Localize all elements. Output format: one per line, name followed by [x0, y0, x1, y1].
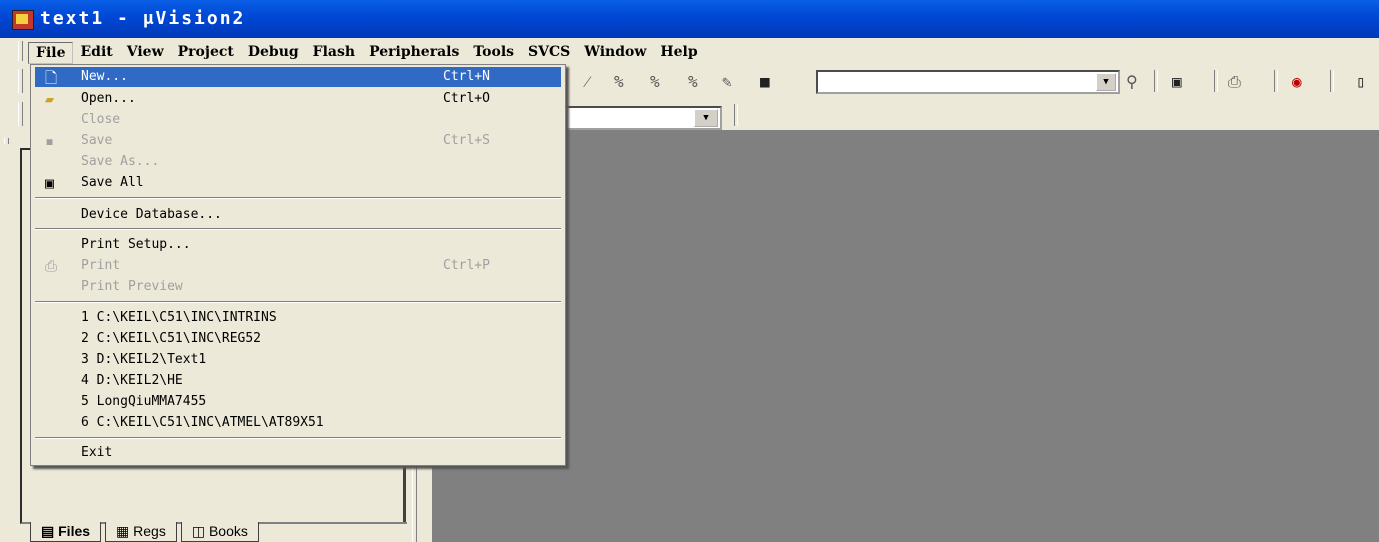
menu-file[interactable]: File	[28, 42, 74, 64]
menu-item-recent-4[interactable]: 4 D:\KEIL2\HE	[35, 371, 561, 391]
menu-separator	[35, 228, 561, 230]
app-icon	[12, 10, 34, 30]
menu-item-recent-6[interactable]: 6 C:\KEIL\C51\INC\ATMEL\AT89X51	[35, 413, 561, 433]
menu-edit[interactable]: Edit	[73, 42, 119, 64]
menu-item-shortcut: Ctrl+S	[443, 133, 490, 148]
menu-item-shortcut: Ctrl+O	[443, 91, 490, 106]
menu-item-new[interactable]: 🗋 New... Ctrl+N	[35, 67, 561, 87]
project-tabs: ▤ Files ▦ Regs ◫ Books	[30, 522, 263, 542]
menu-peripherals[interactable]: Peripherals	[362, 42, 466, 64]
menu-project[interactable]: Project	[171, 42, 241, 64]
options-icon[interactable]: ▯	[1356, 72, 1366, 91]
window-title: text1 - μVision2	[40, 8, 246, 29]
toolbar-separator	[1330, 70, 1334, 92]
menu-help[interactable]: Help	[653, 42, 704, 64]
chevron-down-icon[interactable]: ▼	[1096, 73, 1116, 91]
menu-item-save-all[interactable]: ▣ Save All	[35, 173, 561, 193]
menu-item-shortcut: Ctrl+P	[443, 258, 490, 273]
menu-item-label: 2 C:\KEIL\C51\INC\REG52	[81, 331, 262, 346]
menu-item-print-setup[interactable]: Print Setup...	[35, 235, 561, 255]
menu-item-label: 3 D:\KEIL2\Text1	[81, 352, 207, 367]
save-all-icon: ▣	[45, 174, 55, 192]
menu-item-close[interactable]: Close	[35, 110, 561, 130]
menu-item-recent-3[interactable]: 3 D:\KEIL2\Text1	[35, 350, 561, 370]
debug-start-icon[interactable]: ◉	[1292, 72, 1302, 91]
tab-books[interactable]: ◫ Books	[180, 522, 259, 542]
menu-flash[interactable]: Flash	[306, 42, 362, 64]
menu-item-label: Print	[81, 258, 121, 273]
uncomment-icon[interactable]: %	[650, 72, 660, 91]
binoculars-icon[interactable]: ⚲	[1126, 72, 1138, 91]
menu-item-label: 6 C:\KEIL\C51\INC\ATMEL\AT89X51	[81, 415, 324, 430]
menu-item-label: Print Preview	[81, 279, 183, 294]
tab-regs-label: Regs	[133, 523, 166, 539]
toolbar-separator	[734, 104, 738, 126]
menu-item-label: Save	[81, 133, 113, 148]
toolbar-grip[interactable]	[18, 69, 23, 93]
printer-icon: ⎙	[45, 257, 58, 275]
tab-files[interactable]: ▤ Files	[30, 522, 102, 542]
toolbar-grip[interactable]	[18, 102, 23, 126]
menu-item-print-preview[interactable]: Print Preview	[35, 277, 561, 297]
tab-books-label: Books	[208, 523, 248, 539]
open-folder-icon: ▰	[45, 90, 55, 108]
menu-item-label: Save As...	[81, 154, 160, 169]
menu-item-label: Save All	[81, 175, 144, 190]
indent-icon[interactable]: ⁄	[586, 72, 589, 92]
menu-item-label: Exit	[81, 445, 113, 460]
menu-item-recent-5[interactable]: 5 LongQiuMMA7455	[35, 392, 561, 412]
menu-item-label: Close	[81, 112, 121, 127]
toolbar-separator	[1214, 70, 1218, 92]
tab-regs[interactable]: ▦ Regs	[105, 522, 177, 542]
clear-bookmarks-icon[interactable]: ✎	[722, 72, 732, 91]
menu-separator	[35, 301, 561, 303]
menu-svcs[interactable]: SVCS	[521, 42, 577, 64]
menu-item-label: 4 D:\KEIL2\HE	[81, 373, 183, 388]
menu-item-save-as[interactable]: Save As...	[35, 152, 561, 172]
menu-separator	[35, 437, 561, 439]
menu-item-device-database[interactable]: Device Database...	[35, 205, 561, 225]
save-icon: ▪	[45, 132, 55, 150]
menu-item-label: 1 C:\KEIL\C51\INC\INTRINS	[81, 310, 277, 325]
editor-workspace[interactable]	[432, 130, 1379, 542]
toolbar-separator	[1274, 70, 1278, 92]
menu-debug[interactable]: Debug	[241, 42, 306, 64]
menu-item-save[interactable]: ▪ Save Ctrl+S	[35, 131, 561, 151]
menu-item-open[interactable]: ▰ Open... Ctrl+O	[35, 89, 561, 109]
menu-item-label: New...	[81, 69, 128, 84]
menu-bar: File Edit View Project Debug Flash Perip…	[0, 38, 1379, 65]
file-menu-dropdown: 🗋 New... Ctrl+N ▰ Open... Ctrl+O Close ▪…	[30, 64, 566, 466]
target-combo[interactable]: ▼	[560, 106, 722, 130]
menu-item-label: Device Database...	[81, 207, 222, 222]
menu-view[interactable]: View	[120, 42, 171, 64]
comment-icon[interactable]: %	[614, 72, 624, 91]
chevron-down-icon[interactable]: ▼	[694, 109, 718, 127]
pane-grip[interactable]	[4, 138, 9, 144]
toolbar-separator	[1154, 70, 1158, 92]
title-bar: text1 - μVision2	[0, 0, 1379, 38]
debug-window-icon[interactable]: ▣	[1172, 72, 1182, 91]
menu-grip[interactable]	[18, 41, 23, 61]
menu-item-print[interactable]: ⎙ Print Ctrl+P	[35, 256, 561, 276]
menu-item-exit[interactable]: Exit	[35, 443, 561, 463]
tab-files-label: Files	[58, 523, 91, 539]
menu-tools[interactable]: Tools	[466, 42, 521, 64]
menu-item-label: 5 LongQiuMMA7455	[81, 394, 207, 409]
menu-item-shortcut: Ctrl+N	[443, 69, 490, 84]
bookmark-icon[interactable]: %	[688, 72, 698, 91]
menu-item-label: Print Setup...	[81, 237, 191, 252]
find-in-files-icon[interactable]: ■	[760, 72, 770, 91]
printer-icon[interactable]: ⎙	[1228, 72, 1241, 92]
menu-window[interactable]: Window	[577, 42, 653, 64]
menu-separator	[35, 197, 561, 199]
find-combo[interactable]: ▼	[816, 70, 1120, 94]
menu-item-label: Open...	[81, 91, 136, 106]
menu-item-recent-1[interactable]: 1 C:\KEIL\C51\INC\INTRINS	[35, 308, 561, 328]
menu-item-recent-2[interactable]: 2 C:\KEIL\C51\INC\REG52	[35, 329, 561, 349]
